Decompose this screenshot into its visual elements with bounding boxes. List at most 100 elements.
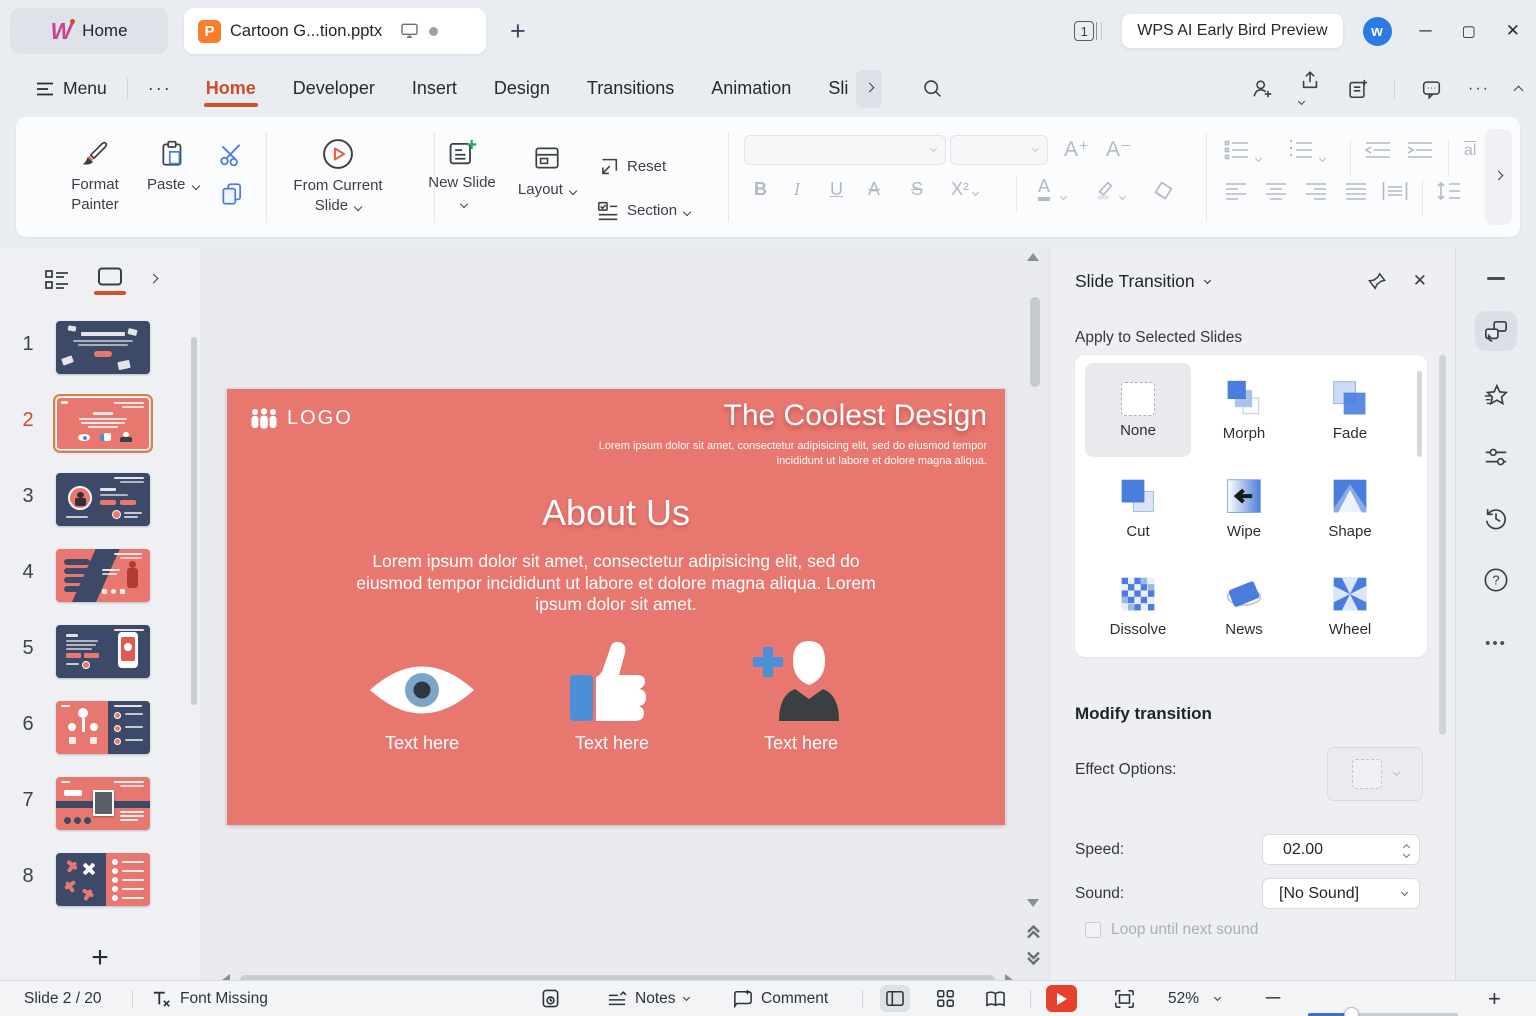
slide-thumbnail-3[interactable] [56, 473, 150, 526]
bullet-list-button[interactable] [1224, 139, 1250, 161]
increase-indent-button[interactable] [1406, 139, 1434, 161]
align-center-button[interactable] [1264, 181, 1288, 201]
collapse-thumbnails-icon[interactable] [148, 274, 158, 284]
fit-slide-button[interactable] [1114, 981, 1135, 1016]
decrease-font-button[interactable]: A⁻ [1106, 137, 1131, 162]
collapse-sidebar-button[interactable] [1487, 277, 1505, 281]
document-tab[interactable]: P Cartoon G...tion.pptx [184, 8, 486, 54]
slide-thumbnail-4[interactable] [56, 549, 150, 602]
loop-checkbox[interactable] [1085, 922, 1101, 938]
outline-view-toggle[interactable] [44, 269, 70, 291]
slide-thumbnail-8[interactable] [56, 853, 150, 906]
panel-title-dropdown-icon[interactable] [1204, 276, 1211, 283]
home-tab[interactable]: W Home [10, 8, 168, 54]
font-missing-status[interactable]: Font Missing [152, 981, 268, 1016]
font-name-select[interactable] [744, 135, 946, 165]
numbered-list-dropdown[interactable] [1320, 145, 1325, 166]
copy-button[interactable] [219, 181, 245, 207]
slide-thumbnail-2-selected[interactable] [56, 397, 150, 450]
layout-button[interactable]: Layout [512, 143, 582, 200]
new-slide-button[interactable]: New Slide [428, 137, 496, 214]
tab-developer[interactable]: Developer [291, 68, 377, 109]
transition-option-none[interactable]: None [1085, 363, 1191, 457]
transition-pane-button[interactable] [1475, 311, 1517, 351]
more-tabs-button[interactable]: ··· [148, 78, 172, 99]
paste-button[interactable]: Paste [147, 139, 199, 195]
next-slide-icon[interactable] [1027, 951, 1043, 965]
spin-down-icon[interactable] [1403, 850, 1410, 857]
slide-item-like[interactable]: Text here [537, 637, 687, 754]
zoom-out-button[interactable]: ─ [1266, 981, 1280, 1016]
bullet-list-dropdown[interactable] [1256, 145, 1261, 166]
zoom-slider[interactable] [1308, 997, 1458, 1016]
animation-pane-button[interactable] [1483, 383, 1509, 409]
vertical-scroll-thumb[interactable] [1030, 297, 1040, 387]
main-menu-button[interactable]: Menu [36, 78, 107, 99]
font-color-button[interactable]: A [1038, 177, 1050, 201]
task-timer-button[interactable] [541, 981, 560, 1016]
collapse-ribbon-icon[interactable] [1514, 86, 1524, 96]
slide-header-title[interactable]: The Coolest Design [557, 399, 987, 433]
history-button[interactable] [1483, 505, 1509, 531]
slide-thumbnail-7[interactable] [56, 777, 150, 830]
pin-panel-icon[interactable] [1367, 271, 1387, 291]
slide-canvas[interactable]: LOGO The Coolest Design Lorem ipsum dolo… [200, 249, 1049, 993]
transition-option-fade[interactable]: Fade [1297, 363, 1403, 457]
slide-logo-group[interactable]: LOGO [249, 407, 353, 430]
search-icon[interactable] [922, 78, 943, 99]
format-painter-button[interactable]: Format Painter [64, 139, 126, 216]
canvas-vertical-scrollbar[interactable] [1027, 253, 1043, 981]
transition-option-dissolve[interactable]: Dissolve [1085, 559, 1191, 653]
line-spacing-button[interactable] [1436, 181, 1462, 201]
align-left-button[interactable] [1224, 181, 1248, 201]
decrease-indent-button[interactable] [1364, 139, 1392, 161]
tab-scroll-right-button[interactable] [856, 70, 882, 108]
normal-view-button[interactable] [880, 985, 910, 1012]
wps-account-icon[interactable]: w [1363, 17, 1392, 46]
close-panel-icon[interactable]: ✕ [1413, 271, 1427, 291]
properties-button[interactable] [1483, 445, 1509, 469]
minimize-button[interactable]: ─ [1420, 21, 1432, 41]
comment-button[interactable]: Comment [733, 981, 828, 1016]
align-right-button[interactable] [1304, 181, 1328, 201]
zoom-slider-thumb[interactable] [1344, 1007, 1359, 1016]
slide-heading[interactable]: About Us [227, 492, 1005, 534]
share-icon[interactable] [1299, 69, 1321, 109]
transition-option-wipe[interactable]: Wipe [1191, 461, 1297, 555]
superscript-button[interactable]: X² [951, 179, 978, 200]
section-button[interactable]: Section [596, 199, 690, 223]
comment-bubble-icon[interactable] [1420, 78, 1443, 100]
transition-option-shape[interactable]: Shape [1297, 461, 1403, 555]
reset-button[interactable]: Reset [596, 155, 666, 179]
window-count-indicator[interactable]: 1 [1074, 21, 1102, 41]
numbered-list-button[interactable] [1288, 139, 1314, 161]
tab-transitions[interactable]: Transitions [585, 68, 676, 109]
scroll-up-icon[interactable] [1027, 253, 1043, 261]
slide-thumbnail-5[interactable] [56, 625, 150, 678]
underline-button[interactable]: U [830, 179, 843, 200]
help-button[interactable]: ? [1483, 567, 1509, 593]
tab-home[interactable]: Home [204, 68, 258, 109]
slide-header-subtitle[interactable]: Lorem ipsum dolor sit amet, consectetur … [557, 439, 987, 469]
slide-thumbnail-1[interactable] [56, 321, 150, 374]
tab-slideshow-truncated[interactable]: Sli [826, 68, 850, 109]
scroll-down-icon[interactable] [1027, 899, 1043, 907]
slide-editor[interactable]: LOGO The Coolest Design Lorem ipsum dolo… [227, 389, 1005, 825]
zoom-in-button[interactable]: + [1488, 981, 1501, 1016]
thumbnail-scrollbar[interactable] [191, 337, 197, 705]
transition-option-cut[interactable]: Cut [1085, 461, 1191, 555]
wps-ai-button[interactable]: WPS AI Early Bird Preview [1122, 14, 1342, 48]
slide-item-add-user[interactable]: Text here [726, 637, 876, 754]
shadow-button[interactable]: S [911, 179, 923, 200]
font-size-select[interactable] [950, 135, 1048, 165]
slide-item-eye[interactable]: Text here [347, 637, 497, 754]
spin-up-icon[interactable] [1403, 843, 1410, 850]
reading-view-button[interactable] [980, 985, 1010, 1012]
add-slide-button[interactable]: + [0, 941, 200, 975]
font-color-dropdown[interactable] [1061, 183, 1066, 204]
transition-option-news[interactable]: News [1191, 559, 1297, 653]
transition-option-wheel[interactable]: Wheel [1297, 559, 1403, 653]
zoom-slider-track[interactable] [1308, 1013, 1458, 1016]
slideshow-play-button[interactable] [1046, 985, 1077, 1012]
text-direction-button[interactable]: al [1464, 141, 1476, 160]
